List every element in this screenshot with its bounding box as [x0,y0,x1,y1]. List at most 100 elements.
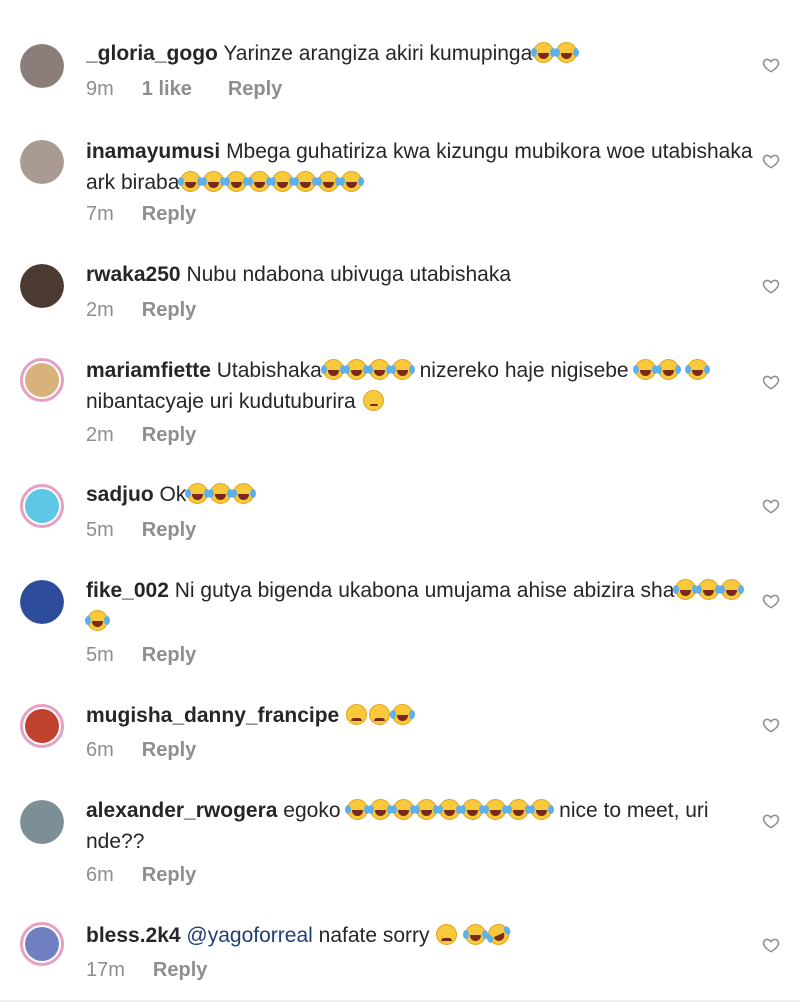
avatar[interactable] [20,580,64,624]
avatar-image [20,44,64,88]
crying-face-emoji [369,704,391,725]
bottom-divider [0,1000,800,1002]
face-with-tears-of-joy-emoji [208,483,234,504]
avatar[interactable] [20,484,64,528]
face-with-tears-of-joy-emoji [437,799,463,820]
comment-body: nafate sorry [312,924,436,947]
face-with-tears-of-joy-emoji [345,799,371,820]
face-with-tears-of-joy-emoji [320,359,346,380]
face-with-rolling-eyes-emoji [362,390,384,411]
comment-time: 17m [86,959,125,981]
reply-button[interactable]: Reply [142,519,196,542]
face-with-tears-of-joy-emoji [201,171,227,192]
comment-body: egoko [283,799,347,822]
crying-face-emoji [436,924,458,945]
heart-outline-icon[interactable] [762,497,780,515]
avatar[interactable] [20,44,64,88]
comment-username[interactable]: rwaka250 [86,263,181,286]
avatar-image [20,264,64,308]
comment-meta: 5m Reply [86,644,232,667]
comment-body: Nubu ndabona ubivuga utabishaka [186,263,512,286]
comment-meta: 6m Reply [86,739,232,762]
reply-button[interactable]: Reply [228,78,282,101]
comment-username[interactable]: fike_002 [86,579,169,602]
heart-outline-icon[interactable] [762,373,780,391]
face-with-tears-of-joy-emoji [366,359,392,380]
avatar-image [25,709,59,743]
reply-button[interactable]: Reply [142,424,196,447]
face-with-tears-of-joy-emoji [656,359,682,380]
reply-button[interactable]: Reply [142,203,196,226]
face-with-tears-of-joy-emoji [483,799,509,820]
comment-meta: 9m 1 like Reply [86,78,318,101]
heart-outline-icon[interactable] [762,152,780,170]
face-with-tears-of-joy-emoji [719,579,745,600]
face-with-tears-of-joy-emoji [316,171,342,192]
comment-username[interactable]: mariamfiette [86,359,211,382]
comment-text: _gloria_gogo Yarinze arangiza akiri kumu… [86,38,756,69]
comment-text: mugisha_danny_francipe [86,700,756,731]
comment-username[interactable]: mugisha_danny_francipe [86,704,339,727]
face-with-tears-of-joy-emoji [685,359,711,380]
heart-outline-icon[interactable] [762,56,780,74]
comment-username[interactable]: alexander_rwogera [86,799,277,822]
comment-meta: 2m Reply [86,299,232,322]
comment-time: 5m [86,644,114,666]
comment-meta: 2m Reply [86,424,232,447]
comment-username[interactable]: inamayumusi [86,140,220,163]
avatar-image [25,927,59,961]
face-with-tears-of-joy-emoji [339,171,365,192]
comment-body: Ok [159,483,187,506]
reply-button[interactable]: Reply [142,864,196,887]
comment-text: bless.2k4 @yagoforreal nafate sorry [86,920,756,951]
heart-outline-icon[interactable] [762,936,780,954]
comment-username[interactable]: bless.2k4 [86,924,181,947]
comment-text: alexander_rwogera egoko nice to meet, ur… [86,795,756,857]
face-with-tears-of-joy-emoji [531,42,557,63]
face-with-tears-of-joy-emoji [270,171,296,192]
reply-button[interactable]: Reply [153,959,207,982]
comment-time: 2m [86,299,114,321]
comment-text: sadjuo Ok [86,479,756,510]
comment-text: rwaka250 Nubu ndabona ubivuga utabishaka [86,259,756,290]
face-with-tears-of-joy-emoji [224,171,250,192]
comment-body: Ni gutya bigenda ukabona umujama ahise a… [174,579,675,602]
face-with-tears-of-joy-emoji [85,610,110,631]
comment-time: 2m [86,424,114,446]
avatar[interactable] [20,922,64,966]
rolling-on-floor-laughing-emoji [484,920,513,949]
comment-body-part: nizereko haje nigisebe [413,359,635,382]
comment-time: 6m [86,739,114,761]
avatar-image [20,800,64,844]
mention-link[interactable]: @yagoforreal [186,924,312,947]
comment-meta: 5m Reply [86,519,232,542]
face-with-tears-of-joy-emoji [389,359,415,380]
avatar-image [25,489,59,523]
reply-button[interactable]: Reply [142,644,196,667]
comment-username[interactable]: sadjuo [86,483,154,506]
avatar[interactable] [20,140,64,184]
avatar[interactable] [20,800,64,844]
comment-meta: 6m Reply [86,864,232,887]
reply-button[interactable]: Reply [142,299,196,322]
avatar[interactable] [20,358,64,402]
face-with-tears-of-joy-emoji [696,579,722,600]
like-count[interactable]: 1 like [142,78,192,101]
comment-text: inamayumusi Mbega guhatiriza kwa kizungu… [86,136,756,198]
comment-meta: 7m Reply [86,203,232,226]
heart-outline-icon[interactable] [762,812,780,830]
heart-outline-icon[interactable] [762,277,780,295]
face-with-tears-of-joy-emoji [414,799,440,820]
avatar[interactable] [20,704,64,748]
comment-body-part: nibantacyaje uri kudutuburira [86,390,362,413]
avatar-image [20,580,64,624]
heart-outline-icon[interactable] [762,716,780,734]
face-with-tears-of-joy-emoji [391,799,417,820]
comment-username[interactable]: _gloria_gogo [86,42,218,65]
face-with-tears-of-joy-emoji [554,42,580,63]
avatar[interactable] [20,264,64,308]
face-with-tears-of-joy-emoji [247,171,273,192]
avatar-image [25,363,59,397]
reply-button[interactable]: Reply [142,739,196,762]
heart-outline-icon[interactable] [762,592,780,610]
